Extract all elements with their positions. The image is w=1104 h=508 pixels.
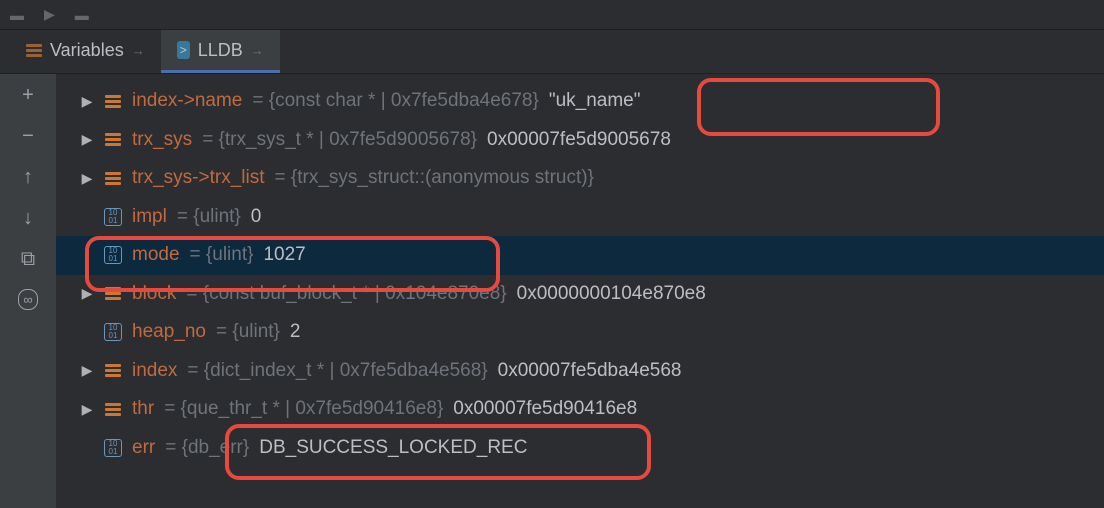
list-icon <box>26 44 42 57</box>
tabs-bar: Variables → > LLDB → <box>0 30 1104 74</box>
pin-icon: → <box>132 43 145 58</box>
variable-name: trx_sys->trx_list <box>132 164 265 193</box>
variable-type: = {trx_sys_t * | 0x7fe5d9005678} <box>202 126 477 155</box>
variable-value: DB_SUCCESS_LOCKED_REC <box>259 434 527 463</box>
struct-icon <box>104 92 122 110</box>
variable-type: = {que_thr_t * | 0x7fe5d90416e8} <box>164 395 443 424</box>
toolbar-icon[interactable]: ▶ <box>44 6 55 23</box>
variable-name: trx_sys <box>132 126 192 155</box>
variable-row[interactable]: 1001 impl = {ulint} 0 <box>56 198 1104 237</box>
variable-name: index <box>132 357 177 386</box>
expand-arrow-icon[interactable]: ▶ <box>80 168 94 189</box>
move-down-icon[interactable]: ↓ <box>23 207 33 230</box>
copy-icon[interactable]: ⧉ <box>21 248 35 271</box>
variable-row[interactable]: 1001 mode = {ulint} 1027 <box>56 236 1104 275</box>
variable-name: block <box>132 280 176 309</box>
variable-row[interactable]: ▶ thr = {que_thr_t * | 0x7fe5d90416e8} 0x… <box>56 390 1104 429</box>
variable-name: index->name <box>132 87 242 116</box>
pin-icon: → <box>251 43 264 58</box>
primitive-icon: 1001 <box>104 208 122 226</box>
struct-icon <box>104 285 122 303</box>
tab-label: LLDB <box>198 40 243 61</box>
variable-row[interactable]: ▶ trx_sys->trx_list = {trx_sys_struct::(a… <box>56 159 1104 198</box>
variable-value: 0x0000000104e870e8 <box>517 280 706 309</box>
variable-value: 1027 <box>263 241 305 270</box>
expand-arrow-icon[interactable]: ▶ <box>80 91 94 112</box>
primitive-icon: 1001 <box>104 323 122 341</box>
variable-value: 0x00007fe5d90416e8 <box>453 395 637 424</box>
variable-name: impl <box>132 203 167 232</box>
tab-lldb[interactable]: > LLDB → <box>161 30 280 73</box>
variable-row[interactable]: ▶ index->name = {const char * | 0x7fe5dba… <box>56 82 1104 121</box>
variables-panel: ▶ index->name = {const char * | 0x7fe5dba… <box>56 74 1104 508</box>
variable-name: mode <box>132 241 180 270</box>
move-up-icon[interactable]: ↑ <box>23 166 33 189</box>
expand-arrow-icon[interactable]: ▶ <box>80 399 94 420</box>
expand-arrow-icon[interactable]: ▶ <box>80 283 94 304</box>
primitive-icon: 1001 <box>104 246 122 264</box>
content: + − ↑ ↓ ⧉ ∞ ▶ index->name = {const char *… <box>0 74 1104 508</box>
variable-type: = {db_err} <box>165 434 249 463</box>
gutter: + − ↑ ↓ ⧉ ∞ <box>0 74 56 508</box>
variable-row[interactable]: ▶ index = {dict_index_t * | 0x7fe5dba4e56… <box>56 352 1104 391</box>
toolbar-icon[interactable]: ▬ <box>10 7 24 23</box>
variable-row[interactable]: ▶ trx_sys = {trx_sys_t * | 0x7fe5d9005678… <box>56 121 1104 160</box>
toolbar-icon[interactable]: ▬ <box>75 7 89 23</box>
variable-type: = {ulint} <box>216 318 280 347</box>
variable-row[interactable]: ▶ block = {const buf_block_t * | 0x104e87… <box>56 275 1104 314</box>
variable-value: 0x00007fe5dba4e568 <box>498 357 682 386</box>
variable-type: = {dict_index_t * | 0x7fe5dba4e568} <box>187 357 487 386</box>
tab-variables[interactable]: Variables → <box>10 30 161 73</box>
struct-icon <box>104 169 122 187</box>
primitive-icon: 1001 <box>104 439 122 457</box>
console-icon: > <box>177 41 190 59</box>
tab-label: Variables <box>50 40 124 61</box>
top-toolbar: ▬ ▶ ▬ <box>0 0 1104 30</box>
variable-row[interactable]: 1001 heap_no = {ulint} 2 <box>56 313 1104 352</box>
variable-type: = {trx_sys_struct::(anonymous struct)} <box>275 164 594 193</box>
struct-icon <box>104 131 122 149</box>
variable-type: = {const buf_block_t * | 0x104e870e8} <box>186 280 506 309</box>
variable-value: 0x00007fe5d9005678 <box>487 126 671 155</box>
variable-name: heap_no <box>132 318 206 347</box>
variable-type: = {const char * | 0x7fe5dba4e678} <box>252 87 538 116</box>
variable-name: thr <box>132 395 154 424</box>
variable-row[interactable]: 1001 err = {db_err} DB_SUCCESS_LOCKED_REC <box>56 429 1104 468</box>
remove-watch-icon[interactable]: − <box>22 125 34 148</box>
variable-value: 0 <box>251 203 262 232</box>
add-watch-icon[interactable]: + <box>22 84 34 107</box>
expand-arrow-icon[interactable]: ▶ <box>80 129 94 150</box>
variable-value: "uk_name" <box>549 87 641 116</box>
variable-value: 2 <box>290 318 301 347</box>
expand-arrow-icon[interactable]: ▶ <box>80 360 94 381</box>
variable-type: = {ulint} <box>190 241 254 270</box>
glasses-icon[interactable]: ∞ <box>18 289 37 310</box>
variable-name: err <box>132 434 155 463</box>
struct-icon <box>104 362 122 380</box>
variable-type: = {ulint} <box>177 203 241 232</box>
struct-icon <box>104 400 122 418</box>
